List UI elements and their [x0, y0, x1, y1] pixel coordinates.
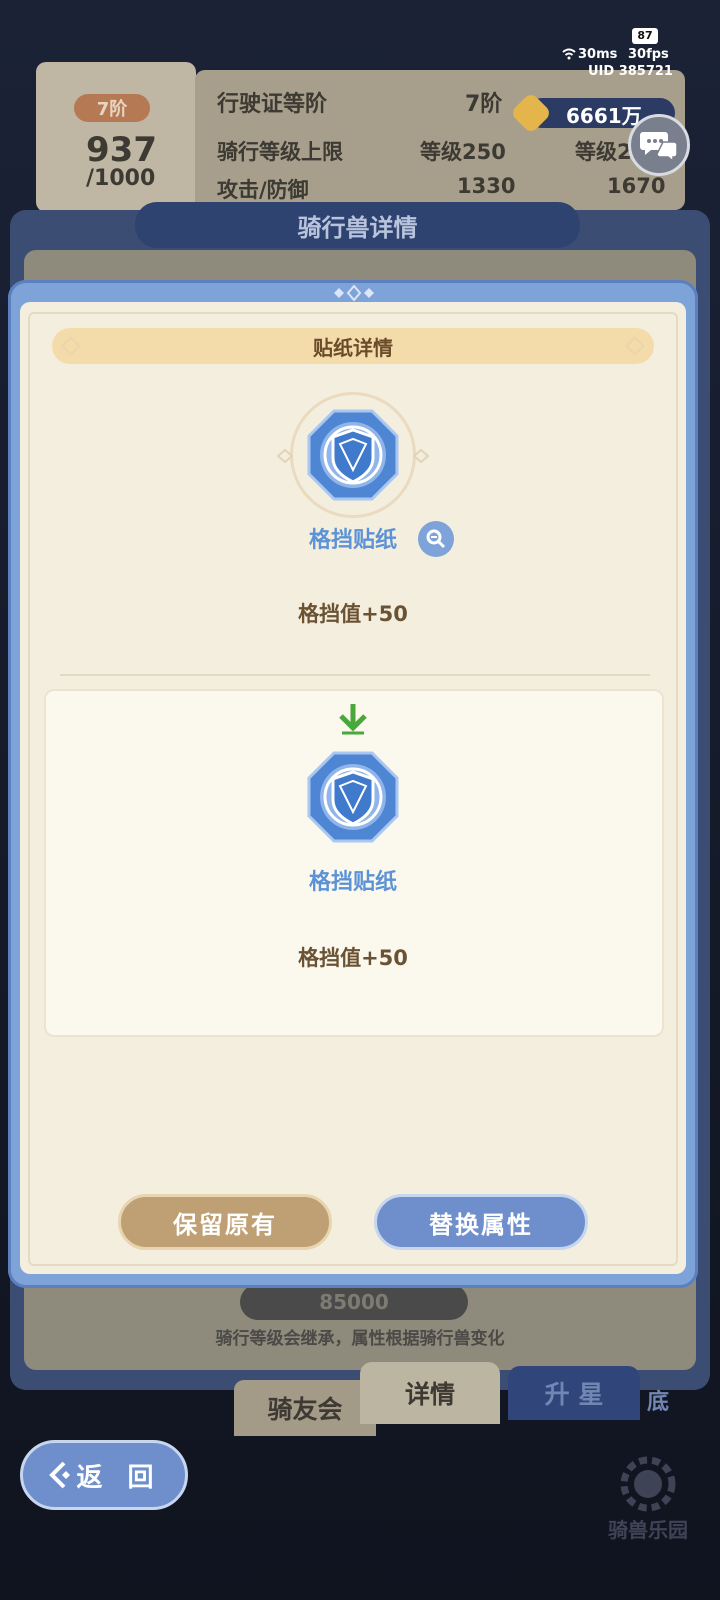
new-sticker-name: 格挡贴纸 [308, 870, 397, 895]
tab-upgrade-star[interactable]: 升 星 [508, 1366, 640, 1420]
replace-attributes-label: 替换属性 [429, 1210, 533, 1239]
back-button[interactable]: 返 回 [20, 1440, 188, 1510]
currency-amount: 6661万 [566, 104, 642, 128]
replace-attributes-button[interactable]: 替换属性 [374, 1194, 588, 1250]
keep-original-button[interactable]: 保留原有 [118, 1194, 332, 1250]
license-card: 7阶 937 /1000 [36, 62, 196, 212]
diamond-icon [625, 336, 645, 356]
license-stats: 行驶证等阶 7阶 骑行等级上限 等级250 等级2 攻击/防御 1330 167… [195, 70, 685, 210]
current-sticker-name: 格挡贴纸 [308, 528, 397, 553]
stat-row-value: 等级250 [420, 140, 506, 164]
stat-row-label: 骑行等级上限 [217, 140, 343, 164]
cost-display: 85000 [240, 1284, 468, 1320]
section-divider [60, 674, 650, 676]
stat-row-next: 等级2 [575, 140, 632, 164]
tab-label: 升 星 [544, 1380, 604, 1409]
keep-original-label: 保留原有 [173, 1210, 277, 1239]
diamond-icon [61, 336, 81, 356]
tab-details[interactable]: 详情 [360, 1362, 500, 1424]
modal-title-bar: 贴纸详情 [52, 328, 654, 364]
uid-text: UID 385721 [588, 64, 673, 79]
chat-bubble-icon [640, 132, 678, 162]
tab-collection[interactable]: 底 [640, 1380, 676, 1420]
gear-logo-icon [620, 1456, 676, 1512]
zoom-button[interactable] [418, 521, 454, 557]
tab-label: 骑友会 [267, 1395, 343, 1424]
wifi-icon [562, 48, 576, 64]
stat-row-next: 1670 [607, 174, 666, 198]
fps-text: 30fps [628, 47, 669, 62]
tab-label: 底 [646, 1390, 669, 1415]
stat-row-value: 7阶 [465, 92, 503, 117]
tab-label: 详情 [404, 1380, 455, 1409]
shield-sticker-icon [306, 408, 400, 506]
ping-text: 30ms [578, 47, 618, 62]
stat-row-label: 行驶证等阶 [217, 92, 328, 117]
game-logo: 骑兽乐园 [598, 1454, 698, 1544]
stat-row-label: 攻击/防御 [217, 178, 309, 202]
tier-badge: 7阶 [74, 94, 150, 122]
current-sticker-stat: 格挡值+50 [298, 602, 408, 626]
back-arrow-icon [49, 1461, 71, 1489]
stat-row-value: 1330 [457, 174, 516, 198]
modal-title: 贴纸详情 [313, 335, 393, 360]
down-arrow-icon [337, 702, 369, 740]
new-sticker-card [44, 689, 664, 1037]
progress-max: /1000 [86, 166, 156, 191]
shield-sticker-icon [306, 750, 400, 848]
battery-indicator: 87 [632, 28, 658, 44]
mount-detail-title: 骑行兽详情 [135, 202, 580, 248]
inherit-note: 骑行等级会继承，属性根据骑行兽变化 [215, 1329, 505, 1349]
new-sticker-stat: 格挡值+50 [298, 946, 408, 970]
logo-text: 骑兽乐园 [608, 1518, 688, 1542]
magnifier-icon [426, 529, 446, 549]
tab-friends-club[interactable]: 骑友会 [234, 1380, 376, 1436]
progress-current: 937 [86, 130, 157, 170]
back-label: 返 回 [76, 1462, 162, 1493]
chat-button[interactable] [628, 114, 690, 176]
